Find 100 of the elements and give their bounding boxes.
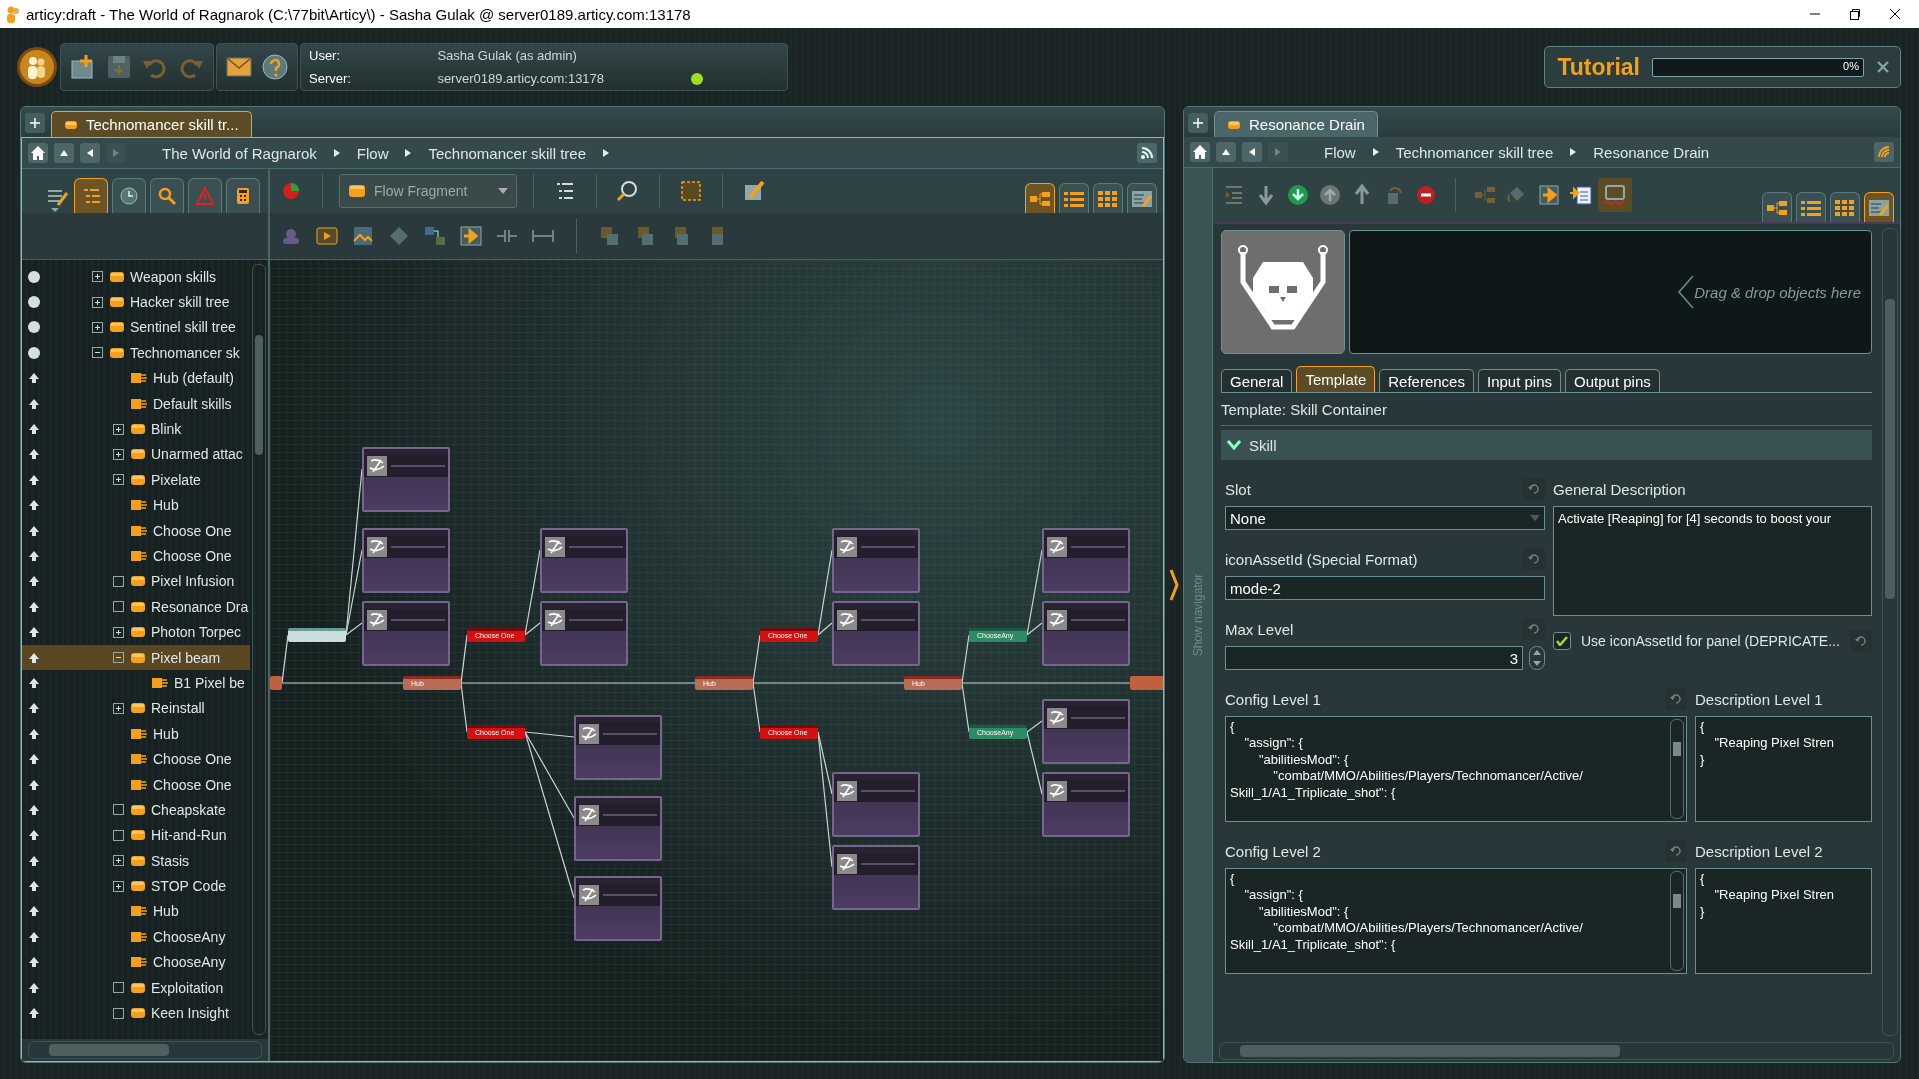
input-field[interactable]: mode-2: [1225, 576, 1545, 600]
tree-tab[interactable]: [112, 178, 146, 213]
tree-item[interactable]: Hub (default): [22, 365, 250, 391]
text-area[interactable]: { "Reaping Pixel Stren }: [1695, 716, 1872, 822]
tree-item[interactable]: B1 Pixel be: [22, 670, 250, 696]
breadcrumb-item[interactable]: Resonance Drain: [1583, 143, 1720, 161]
tree-item[interactable]: Default skills: [22, 390, 250, 417]
stub-node[interactable]: [270, 676, 282, 690]
flow-node[interactable]: [1042, 528, 1130, 593]
checkbox[interactable]: [1553, 632, 1571, 650]
view-tab[interactable]: [1796, 192, 1826, 222]
scrollbar[interactable]: [1670, 719, 1684, 819]
revert-icon[interactable]: [1854, 636, 1867, 646]
logo-icon[interactable]: [16, 46, 58, 88]
tree-item[interactable]: STOP Code: [22, 873, 250, 899]
expander-icon[interactable]: [92, 271, 103, 283]
list-view-icon[interactable]: [1063, 189, 1085, 208]
document-tab[interactable]: Resonance Drain: [1214, 111, 1378, 137]
stub-node[interactable]: [1130, 676, 1163, 690]
zoom-icon[interactable]: [616, 179, 640, 203]
up-icon[interactable]: [1221, 148, 1231, 156]
tree-item[interactable]: Hit-and-Run: [22, 822, 250, 848]
tree-item[interactable]: Pixel Infusion: [22, 568, 250, 595]
expander-icon[interactable]: [92, 347, 103, 359]
flow-node[interactable]: [540, 601, 628, 666]
flow-node[interactable]: [832, 528, 920, 593]
expander-icon[interactable]: [113, 601, 124, 613]
back-icon[interactable]: [86, 148, 94, 158]
plus-icon[interactable]: [1193, 118, 1203, 128]
scrollbar[interactable]: [1670, 871, 1684, 971]
feed-icon[interactable]: [1877, 145, 1891, 159]
expander-icon[interactable]: [113, 626, 124, 638]
flow-node[interactable]: [540, 528, 628, 593]
tree-item[interactable]: Pixel beam: [22, 644, 250, 671]
flow-node[interactable]: [574, 796, 662, 861]
list-view-icon[interactable]: [1800, 198, 1822, 217]
code-editor[interactable]: { "assign": { "abilitiesMod": { "combat/MMO/Abilities/Players/Technomancer/Active/ Skill_1/A1_Triplicate_shot": {: [1225, 716, 1687, 822]
save-icon[interactable]: [105, 53, 133, 81]
edit-icon[interactable]: [742, 179, 766, 203]
expander-icon[interactable]: [113, 652, 124, 664]
tree-item[interactable]: Choose One: [22, 543, 250, 569]
plus-icon[interactable]: [30, 118, 40, 128]
revert-icon[interactable]: [1670, 846, 1682, 856]
nodes-icon[interactable]: [423, 224, 447, 248]
expander-icon[interactable]: [113, 702, 124, 714]
play-icon[interactable]: [315, 224, 339, 248]
tree-item[interactable]: Hub: [22, 721, 250, 747]
flow-node[interactable]: [1042, 772, 1130, 837]
view-tab[interactable]: [1127, 183, 1157, 213]
restore-icon[interactable]: [1849, 8, 1861, 20]
home-icon[interactable]: [30, 145, 46, 161]
flow-node[interactable]: [832, 845, 920, 910]
revert-icon[interactable]: [1528, 484, 1540, 494]
scrollbar[interactable]: [252, 264, 266, 1035]
revert-icon[interactable]: [1528, 624, 1540, 634]
flow-node[interactable]: [574, 715, 662, 780]
tree-tab[interactable]: [150, 178, 184, 213]
property-tab[interactable]: References: [1379, 369, 1474, 392]
property-tab[interactable]: General: [1221, 369, 1293, 392]
section-header[interactable]: Skill: [1221, 430, 1872, 460]
breadcrumb-item[interactable]: The World of Ragnarok: [152, 144, 327, 162]
flow-node[interactable]: [362, 601, 450, 666]
tree-item[interactable]: Blink: [22, 416, 250, 442]
breadcrumb-item[interactable]: Technomancer skill tree: [418, 144, 597, 162]
flow-view-icon[interactable]: [1766, 198, 1788, 217]
chevron-icon[interactable]: [1227, 440, 1241, 450]
breadcrumb-item[interactable]: Technomancer skill tree: [1385, 143, 1564, 161]
view-tab[interactable]: [1864, 192, 1894, 222]
close-icon[interactable]: [1889, 8, 1901, 20]
tree-item[interactable]: Choose One: [22, 746, 250, 772]
tree-item[interactable]: Technomancer sk: [22, 340, 250, 366]
property-tab[interactable]: Template: [1296, 366, 1376, 392]
export-icon[interactable]: [459, 224, 483, 248]
tree-item[interactable]: ChooseAny: [22, 949, 250, 975]
property-tab[interactable]: Output pins: [1565, 369, 1660, 392]
tree-item[interactable]: Hub: [22, 898, 250, 925]
view-tab[interactable]: [1830, 192, 1860, 222]
properties-icon[interactable]: [1131, 189, 1153, 208]
tree-tab[interactable]: [226, 178, 260, 213]
expander-icon[interactable]: [113, 880, 124, 892]
flow-node[interactable]: [1042, 601, 1130, 666]
tree-item[interactable]: Cheapskate: [22, 797, 250, 823]
tree-item[interactable]: Pixelate: [22, 467, 250, 493]
tree-item[interactable]: Exploitation: [22, 974, 250, 1001]
start-node[interactable]: [288, 628, 346, 642]
expander-icon[interactable]: [113, 575, 124, 587]
scrollbar[interactable]: [1219, 1042, 1894, 1060]
spinner-icon[interactable]: [1529, 646, 1545, 670]
flow-node[interactable]: [832, 772, 920, 837]
tree-item[interactable]: Weapon skills: [22, 264, 250, 290]
scrollbar[interactable]: [1882, 228, 1898, 1036]
remove-icon[interactable]: [1414, 183, 1438, 207]
expander-icon[interactable]: [113, 423, 124, 435]
text-area[interactable]: { "Reaping Pixel Stren }: [1695, 868, 1872, 974]
tree-item[interactable]: Hub: [22, 492, 250, 518]
scrollbar[interactable]: [28, 1041, 262, 1059]
properties-icon[interactable]: [1868, 198, 1890, 217]
flow-view-icon[interactable]: [1029, 189, 1051, 208]
expander-icon[interactable]: [92, 296, 103, 308]
expander-icon[interactable]: [113, 474, 124, 486]
